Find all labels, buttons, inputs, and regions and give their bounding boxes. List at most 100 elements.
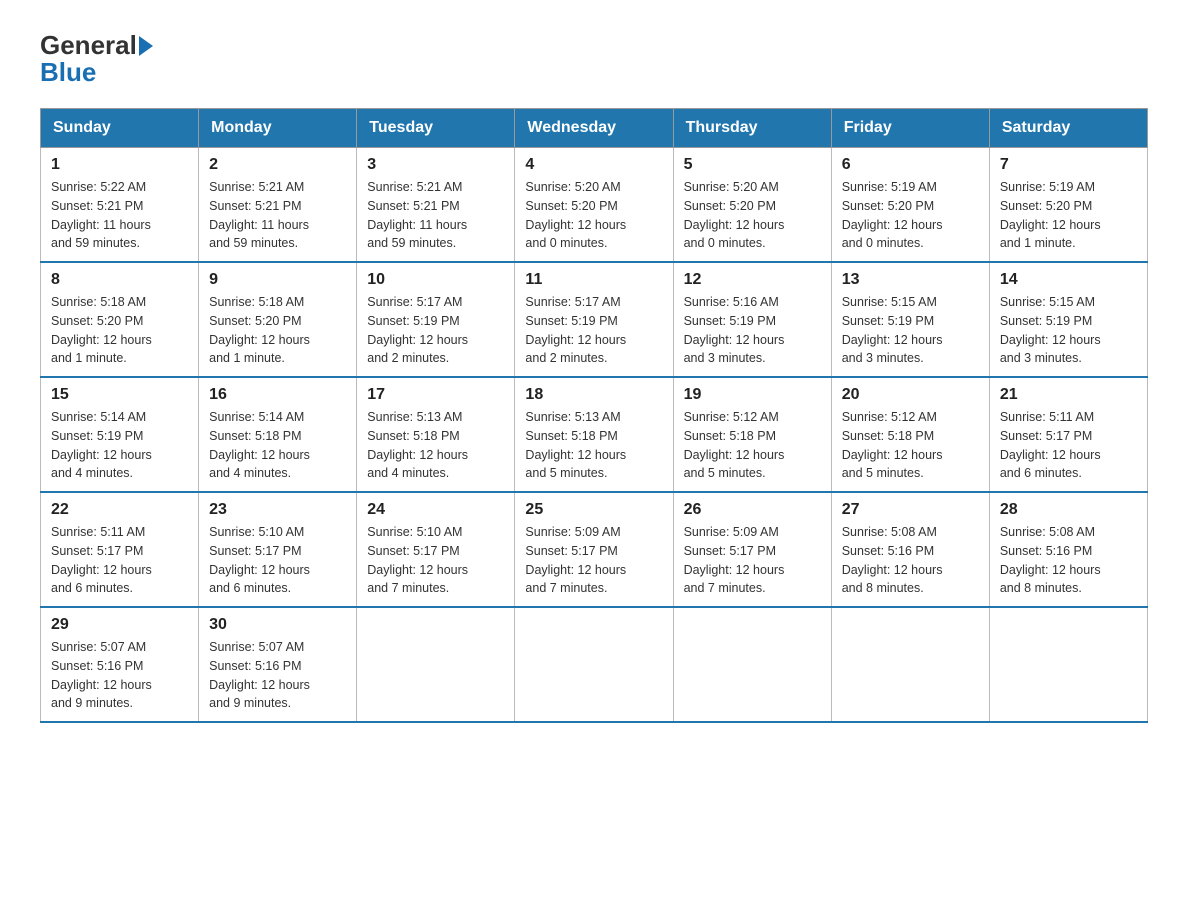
day-info: Sunrise: 5:21 AMSunset: 5:21 PMDaylight:… bbox=[367, 178, 504, 253]
day-info: Sunrise: 5:14 AMSunset: 5:18 PMDaylight:… bbox=[209, 408, 346, 483]
day-info: Sunrise: 5:18 AMSunset: 5:20 PMDaylight:… bbox=[51, 293, 188, 368]
calendar-cell: 19Sunrise: 5:12 AMSunset: 5:18 PMDayligh… bbox=[673, 377, 831, 492]
day-info: Sunrise: 5:22 AMSunset: 5:21 PMDaylight:… bbox=[51, 178, 188, 253]
weekday-header-tuesday: Tuesday bbox=[357, 109, 515, 148]
calendar-cell: 4 Sunrise: 5:20 AMSunset: 5:20 PMDaylight… bbox=[515, 148, 673, 263]
day-number: 18 bbox=[525, 386, 662, 404]
calendar-cell bbox=[515, 607, 673, 722]
day-number: 7 bbox=[1000, 156, 1137, 174]
calendar-cell: 17 Sunrise: 5:13 AMSunset: 5:18 PMDayligh… bbox=[357, 377, 515, 492]
calendar-cell: 26 Sunrise: 5:09 AMSunset: 5:17 PMDayligh… bbox=[673, 492, 831, 607]
calendar-cell bbox=[357, 607, 515, 722]
calendar-cell: 3 Sunrise: 5:21 AMSunset: 5:21 PMDaylight… bbox=[357, 148, 515, 263]
day-number: 25 bbox=[525, 501, 662, 519]
calendar-cell: 25 Sunrise: 5:09 AMSunset: 5:17 PMDayligh… bbox=[515, 492, 673, 607]
day-number: 5 bbox=[684, 156, 821, 174]
day-info: Sunrise: 5:20 AMSunset: 5:20 PMDaylight:… bbox=[525, 178, 662, 253]
calendar-week-row: 22 Sunrise: 5:11 AMSunset: 5:17 PMDayligh… bbox=[41, 492, 1148, 607]
day-number: 3 bbox=[367, 156, 504, 174]
day-number: 20 bbox=[842, 386, 979, 404]
calendar-cell: 30Sunrise: 5:07 AMSunset: 5:16 PMDayligh… bbox=[199, 607, 357, 722]
calendar-week-row: 1 Sunrise: 5:22 AMSunset: 5:21 PMDaylight… bbox=[41, 148, 1148, 263]
day-number: 29 bbox=[51, 616, 188, 634]
day-info: Sunrise: 5:11 AMSunset: 5:17 PMDaylight:… bbox=[1000, 408, 1137, 483]
weekday-header-thursday: Thursday bbox=[673, 109, 831, 148]
weekday-header-friday: Friday bbox=[831, 109, 989, 148]
calendar-cell: 7 Sunrise: 5:19 AMSunset: 5:20 PMDaylight… bbox=[989, 148, 1147, 263]
calendar-cell: 18 Sunrise: 5:13 AMSunset: 5:18 PMDayligh… bbox=[515, 377, 673, 492]
weekday-header-sunday: Sunday bbox=[41, 109, 199, 148]
calendar-cell: 6 Sunrise: 5:19 AMSunset: 5:20 PMDaylight… bbox=[831, 148, 989, 263]
day-number: 26 bbox=[684, 501, 821, 519]
calendar-cell bbox=[989, 607, 1147, 722]
day-info: Sunrise: 5:13 AMSunset: 5:18 PMDaylight:… bbox=[367, 408, 504, 483]
day-number: 11 bbox=[525, 271, 662, 289]
calendar-week-row: 29 Sunrise: 5:07 AMSunset: 5:16 PMDayligh… bbox=[41, 607, 1148, 722]
calendar-cell: 22 Sunrise: 5:11 AMSunset: 5:17 PMDayligh… bbox=[41, 492, 199, 607]
calendar-cell bbox=[831, 607, 989, 722]
day-info: Sunrise: 5:18 AMSunset: 5:20 PMDaylight:… bbox=[209, 293, 346, 368]
day-info: Sunrise: 5:19 AMSunset: 5:20 PMDaylight:… bbox=[1000, 178, 1137, 253]
day-info: Sunrise: 5:09 AMSunset: 5:17 PMDaylight:… bbox=[684, 523, 821, 598]
day-info: Sunrise: 5:10 AMSunset: 5:17 PMDaylight:… bbox=[209, 523, 346, 598]
day-number: 22 bbox=[51, 501, 188, 519]
calendar-week-row: 8 Sunrise: 5:18 AMSunset: 5:20 PMDaylight… bbox=[41, 262, 1148, 377]
calendar-cell: 13Sunrise: 5:15 AMSunset: 5:19 PMDayligh… bbox=[831, 262, 989, 377]
calendar-cell: 16 Sunrise: 5:14 AMSunset: 5:18 PMDayligh… bbox=[199, 377, 357, 492]
day-info: Sunrise: 5:15 AMSunset: 5:19 PMDaylight:… bbox=[1000, 293, 1137, 368]
calendar-cell: 27Sunrise: 5:08 AMSunset: 5:16 PMDayligh… bbox=[831, 492, 989, 607]
calendar-cell: 15Sunrise: 5:14 AMSunset: 5:19 PMDayligh… bbox=[41, 377, 199, 492]
day-info: Sunrise: 5:19 AMSunset: 5:20 PMDaylight:… bbox=[842, 178, 979, 253]
day-info: Sunrise: 5:10 AMSunset: 5:17 PMDaylight:… bbox=[367, 523, 504, 598]
day-number: 8 bbox=[51, 271, 188, 289]
calendar-cell: 9Sunrise: 5:18 AMSunset: 5:20 PMDaylight… bbox=[199, 262, 357, 377]
calendar-cell: 12 Sunrise: 5:16 AMSunset: 5:19 PMDayligh… bbox=[673, 262, 831, 377]
day-info: Sunrise: 5:09 AMSunset: 5:17 PMDaylight:… bbox=[525, 523, 662, 598]
day-number: 6 bbox=[842, 156, 979, 174]
logo-arrow-icon bbox=[139, 36, 153, 56]
calendar-cell: 20 Sunrise: 5:12 AMSunset: 5:18 PMDayligh… bbox=[831, 377, 989, 492]
logo-blue-text: Blue bbox=[40, 57, 96, 87]
calendar-cell: 14 Sunrise: 5:15 AMSunset: 5:19 PMDayligh… bbox=[989, 262, 1147, 377]
weekday-header-wednesday: Wednesday bbox=[515, 109, 673, 148]
day-number: 4 bbox=[525, 156, 662, 174]
calendar-cell: 23 Sunrise: 5:10 AMSunset: 5:17 PMDayligh… bbox=[199, 492, 357, 607]
calendar-cell: 5Sunrise: 5:20 AMSunset: 5:20 PMDaylight… bbox=[673, 148, 831, 263]
calendar-cell: 28 Sunrise: 5:08 AMSunset: 5:16 PMDayligh… bbox=[989, 492, 1147, 607]
day-number: 2 bbox=[209, 156, 346, 174]
weekday-header-saturday: Saturday bbox=[989, 109, 1147, 148]
day-number: 27 bbox=[842, 501, 979, 519]
day-info: Sunrise: 5:13 AMSunset: 5:18 PMDaylight:… bbox=[525, 408, 662, 483]
day-number: 21 bbox=[1000, 386, 1137, 404]
calendar-cell: 2 Sunrise: 5:21 AMSunset: 5:21 PMDaylight… bbox=[199, 148, 357, 263]
day-number: 12 bbox=[684, 271, 821, 289]
day-info: Sunrise: 5:11 AMSunset: 5:17 PMDaylight:… bbox=[51, 523, 188, 598]
day-number: 10 bbox=[367, 271, 504, 289]
logo: General Blue bbox=[40, 30, 155, 88]
page-header: General Blue bbox=[40, 30, 1148, 88]
day-number: 1 bbox=[51, 156, 188, 174]
calendar-cell: 11 Sunrise: 5:17 AMSunset: 5:19 PMDayligh… bbox=[515, 262, 673, 377]
day-number: 13 bbox=[842, 271, 979, 289]
calendar-cell: 24 Sunrise: 5:10 AMSunset: 5:17 PMDayligh… bbox=[357, 492, 515, 607]
day-info: Sunrise: 5:16 AMSunset: 5:19 PMDaylight:… bbox=[684, 293, 821, 368]
day-info: Sunrise: 5:17 AMSunset: 5:19 PMDaylight:… bbox=[525, 293, 662, 368]
calendar-cell: 1 Sunrise: 5:22 AMSunset: 5:21 PMDaylight… bbox=[41, 148, 199, 263]
calendar-cell: 29 Sunrise: 5:07 AMSunset: 5:16 PMDayligh… bbox=[41, 607, 199, 722]
weekday-header-monday: Monday bbox=[199, 109, 357, 148]
day-number: 19 bbox=[684, 386, 821, 404]
day-number: 28 bbox=[1000, 501, 1137, 519]
day-number: 23 bbox=[209, 501, 346, 519]
day-info: Sunrise: 5:08 AMSunset: 5:16 PMDaylight:… bbox=[1000, 523, 1137, 598]
calendar-cell bbox=[673, 607, 831, 722]
calendar-cell: 21 Sunrise: 5:11 AMSunset: 5:17 PMDayligh… bbox=[989, 377, 1147, 492]
calendar-table: SundayMondayTuesdayWednesdayThursdayFrid… bbox=[40, 108, 1148, 723]
day-info: Sunrise: 5:07 AMSunset: 5:16 PMDaylight:… bbox=[51, 638, 188, 713]
day-info: Sunrise: 5:21 AMSunset: 5:21 PMDaylight:… bbox=[209, 178, 346, 253]
weekday-header-row: SundayMondayTuesdayWednesdayThursdayFrid… bbox=[41, 109, 1148, 148]
day-number: 14 bbox=[1000, 271, 1137, 289]
day-number: 24 bbox=[367, 501, 504, 519]
day-number: 17 bbox=[367, 386, 504, 404]
day-info: Sunrise: 5:12 AMSunset: 5:18 PMDaylight:… bbox=[842, 408, 979, 483]
day-number: 16 bbox=[209, 386, 346, 404]
